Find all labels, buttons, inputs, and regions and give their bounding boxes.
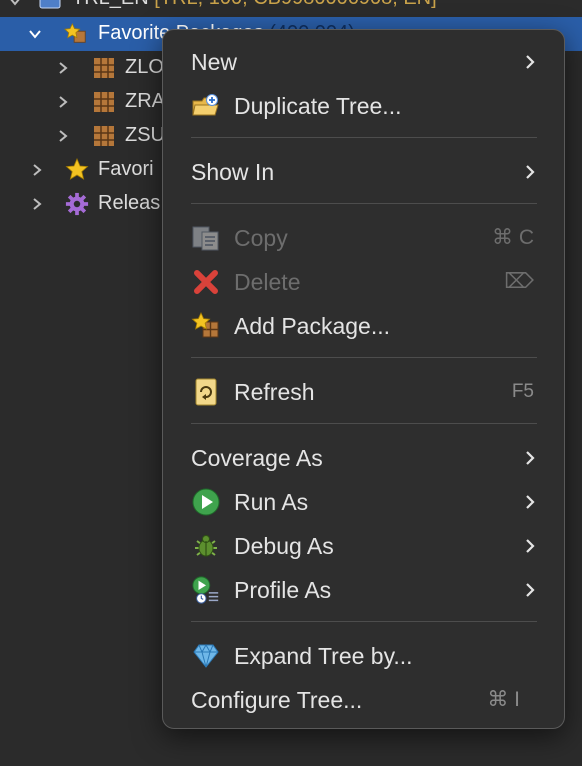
menu-item-delete[interactable]: Delete ⌦ — [163, 262, 564, 302]
tree-item-label: Releas — [98, 192, 161, 214]
package-icon — [92, 56, 116, 80]
chevron-right-icon — [526, 451, 535, 465]
duplicate-folder-icon — [191, 92, 221, 120]
shortcut-label: ⌦ — [504, 270, 534, 293]
chevron-right-icon — [526, 495, 535, 509]
menu-separator — [191, 137, 537, 138]
package-icon — [92, 90, 116, 114]
star-icon — [65, 158, 89, 182]
refresh-icon — [191, 378, 221, 406]
menu-item-label: Run As — [234, 489, 309, 515]
menu-item-label: Duplicate Tree... — [234, 93, 402, 119]
tree-row-package[interactable]: ZLO — [0, 51, 170, 85]
menu-item-label: Debug As — [234, 533, 334, 559]
menu-item-label: Profile As — [234, 577, 332, 603]
copy-icon — [191, 224, 221, 252]
menu-item-add-package[interactable]: Add Package... — [163, 306, 564, 346]
package-icon — [92, 124, 116, 148]
chevron-right-icon[interactable] — [56, 61, 70, 75]
menu-item-expand-tree[interactable]: Expand Tree by... — [163, 636, 564, 676]
menu-item-label: Refresh — [234, 379, 315, 405]
chevron-right-icon — [526, 583, 535, 597]
tree-row-favorites[interactable]: Favori — [0, 153, 170, 187]
menu-item-label: New — [191, 49, 238, 75]
menu-item-profile-as[interactable]: Profile As — [163, 570, 564, 610]
menu-item-label: Add Package... — [234, 313, 390, 339]
tree-item-label: TRL_EN — [72, 0, 149, 9]
chevron-right-icon[interactable] — [56, 95, 70, 109]
diamond-icon — [191, 642, 221, 670]
menu-item-label: Configure Tree... — [191, 687, 363, 713]
shortcut-label: ⌘ C — [492, 226, 534, 249]
menu-item-duplicate-tree[interactable]: Duplicate Tree... — [163, 86, 564, 126]
menu-separator — [191, 423, 537, 424]
tree-row-trl-en[interactable]: TRL_EN [TRL, 100, CB9980006908, EN] — [0, 0, 582, 18]
menu-item-copy[interactable]: Copy ⌘ C — [163, 218, 564, 258]
menu-item-debug-as[interactable]: Debug As — [163, 526, 564, 566]
chevron-right-icon[interactable] — [56, 129, 70, 143]
add-package-icon — [191, 312, 221, 340]
system-folder-icon — [38, 0, 62, 13]
shortcut-label: F5 — [511, 381, 534, 402]
profile-icon — [191, 576, 221, 604]
menu-item-refresh[interactable]: Refresh F5 — [163, 372, 564, 412]
chevron-right-icon — [526, 55, 535, 69]
tree-item-label: Favori — [98, 158, 154, 180]
menu-item-label: Copy — [234, 225, 288, 251]
delete-x-icon — [191, 268, 221, 296]
menu-item-configure-tree[interactable]: Configure Tree... ⌘ I — [163, 680, 564, 720]
context-menu: New Duplicate Tree... Show In Copy ⌘ C D… — [162, 29, 565, 729]
tree-row-package[interactable]: ZSU — [0, 119, 170, 153]
menu-item-new[interactable]: New — [163, 42, 564, 82]
menu-item-label: Coverage As — [191, 445, 323, 471]
tree-item-label: ZSU — [125, 124, 165, 146]
menu-separator — [191, 621, 537, 622]
gear-icon — [65, 192, 89, 216]
menu-item-run-as[interactable]: Run As — [163, 482, 564, 522]
menu-separator — [191, 357, 537, 358]
menu-separator — [191, 203, 537, 204]
tree-item-label: ZRA — [125, 90, 165, 112]
menu-item-show-in[interactable]: Show In — [163, 152, 564, 192]
chevron-down-icon[interactable] — [8, 0, 22, 8]
bug-icon — [191, 532, 221, 560]
tree-row-package[interactable]: ZRA — [0, 85, 170, 119]
menu-item-label: Expand Tree by... — [234, 643, 413, 669]
tree-row-releases[interactable]: Releas — [0, 187, 170, 221]
chevron-right-icon[interactable] — [30, 163, 44, 177]
menu-item-label: Show In — [191, 159, 275, 185]
tree-item-label: ZLO — [125, 56, 164, 78]
menu-item-coverage-as[interactable]: Coverage As — [163, 438, 564, 478]
menu-item-label: Delete — [234, 269, 301, 295]
chevron-right-icon[interactable] — [30, 197, 44, 211]
tree-item-meta: [TRL, 100, CB9980006908, EN] — [154, 0, 436, 9]
chevron-right-icon — [526, 165, 535, 179]
favorite-package-icon — [64, 22, 88, 46]
run-icon — [191, 488, 221, 516]
chevron-down-icon[interactable] — [28, 27, 42, 41]
shortcut-label: ⌘ I — [487, 688, 520, 711]
chevron-right-icon — [526, 539, 535, 553]
